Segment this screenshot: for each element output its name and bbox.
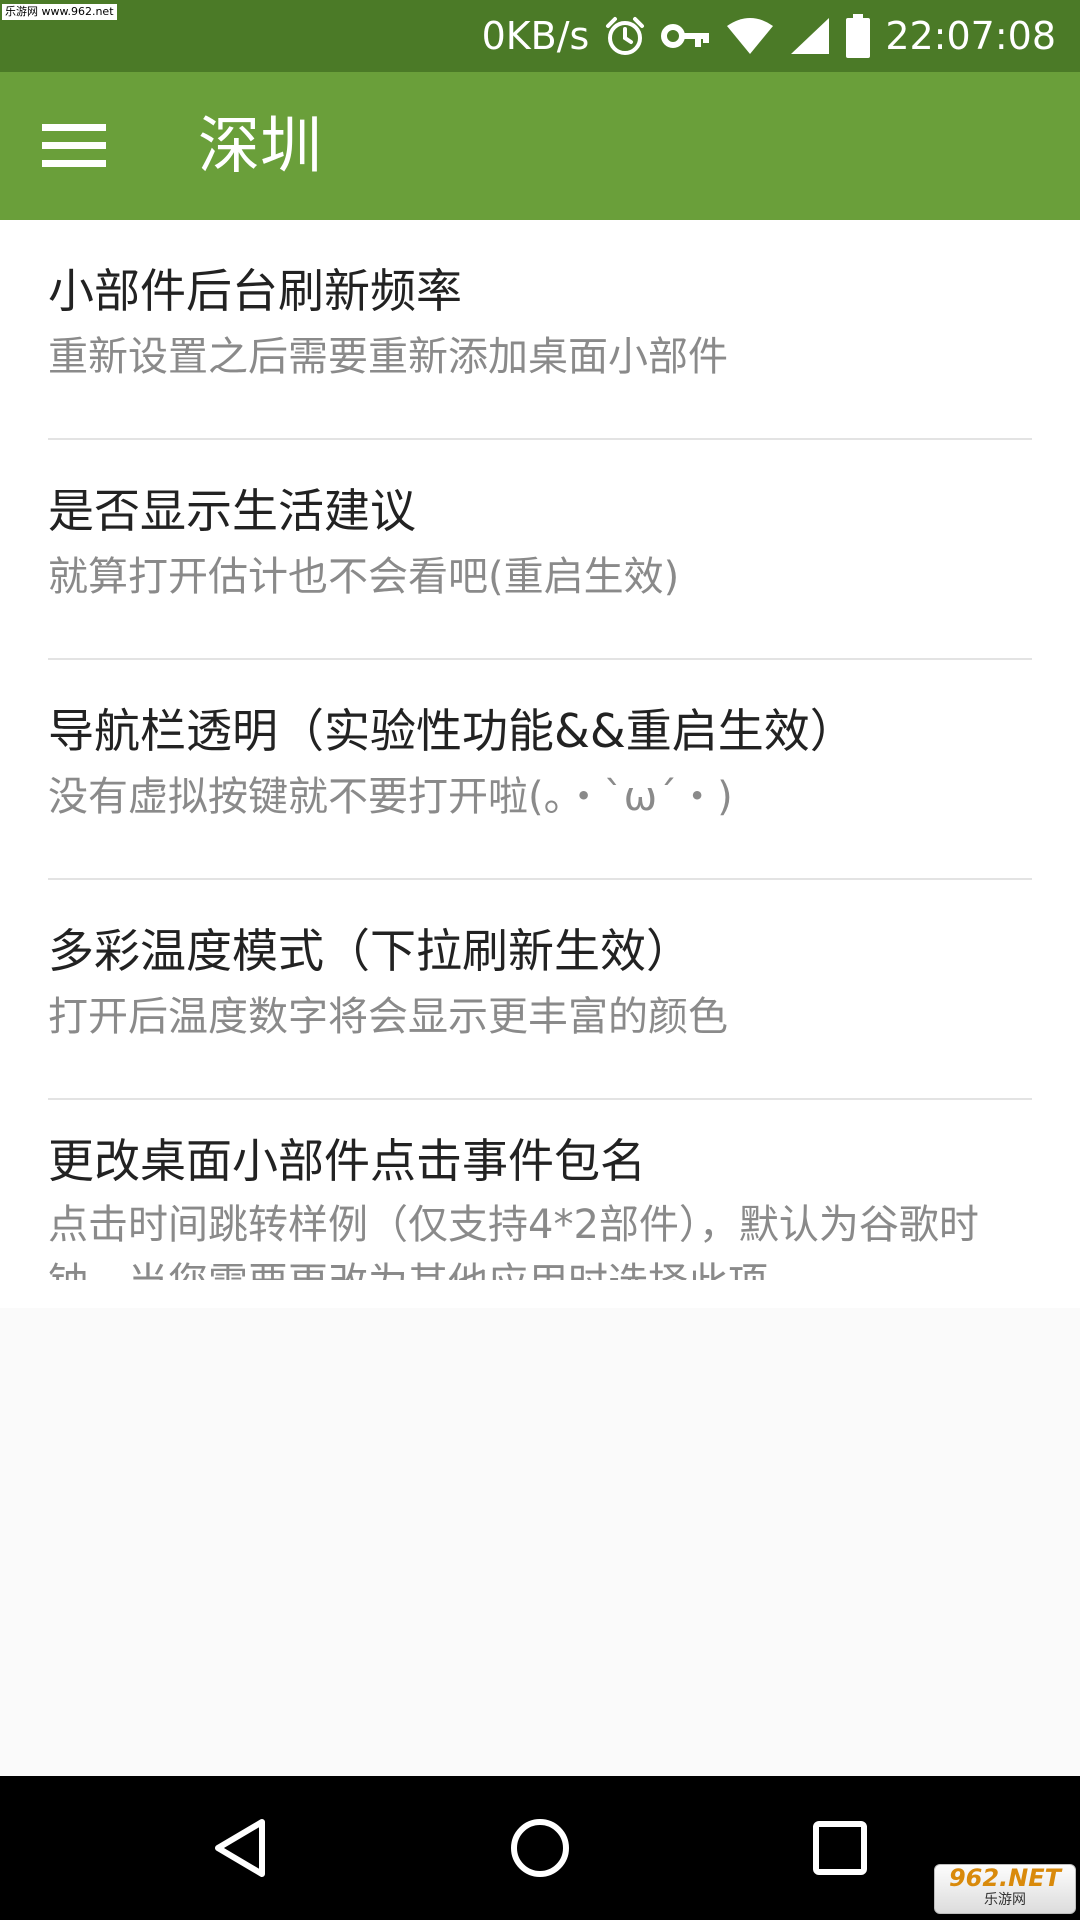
battery-icon	[845, 14, 871, 58]
setting-title: 多彩温度模式（下拉刷新生效）	[48, 924, 692, 978]
setting-title: 更改桌面小部件点击事件包名	[48, 1134, 646, 1188]
navigation-bar: 962.NET 乐游网	[0, 1776, 1080, 1920]
setting-title: 是否显示生活建议	[48, 484, 416, 538]
setting-colorful-temperature[interactable]: 多彩温度模式（下拉刷新生效） 打开后温度数字将会显示更丰富的颜色	[48, 880, 1032, 1100]
setting-title: 导航栏透明（实验性功能&&重启生效）	[48, 704, 856, 758]
back-icon	[215, 1819, 265, 1877]
watermark-logo-text: 962.NET	[948, 1864, 1062, 1892]
network-speed: 0KB/s	[481, 14, 590, 58]
page-title: 深圳	[198, 109, 323, 182]
setting-summary: 打开后温度数字将会显示更丰富的颜色	[48, 994, 728, 1040]
watermark-text: 乐游网 www.962.net	[2, 4, 117, 20]
setting-summary: 没有虚拟按键就不要打开啦(。・`ω´・)	[48, 774, 733, 820]
screen: 乐游网 www.962.net 0KB/s 22:07:08 深圳 小部件后台刷…	[0, 0, 1080, 1920]
setting-summary: 重新设置之后需要重新添加桌面小部件	[48, 334, 728, 380]
setting-title: 小部件后台刷新频率	[48, 264, 462, 318]
wifi-icon	[725, 16, 775, 56]
setting-summary: 点击时间跳转样例（仅支持4*2部件），默认为谷歌时钟，当您需要更改为其他应用时选…	[48, 1202, 979, 1280]
vpn-key-icon	[661, 18, 711, 54]
hamburger-menu-icon	[42, 124, 106, 167]
home-icon	[511, 1819, 569, 1877]
settings-list: 小部件后台刷新频率 重新设置之后需要重新添加桌面小部件 是否显示生活建议 就算打…	[0, 220, 1080, 1308]
app-bar: 深圳	[0, 72, 1080, 220]
back-button[interactable]	[180, 1798, 300, 1898]
home-button[interactable]	[480, 1798, 600, 1898]
status-bar: 乐游网 www.962.net 0KB/s 22:07:08	[0, 0, 1080, 72]
cell-signal-icon	[789, 16, 831, 56]
alarm-icon	[603, 14, 647, 58]
menu-button[interactable]	[22, 102, 126, 190]
setting-widget-refresh-rate[interactable]: 小部件后台刷新频率 重新设置之后需要重新添加桌面小部件	[48, 220, 1032, 440]
status-time: 22:07:08	[885, 14, 1056, 58]
recents-icon	[813, 1821, 867, 1875]
status-indicators: 0KB/s 22:07:08	[482, 0, 1056, 72]
setting-show-life-advice[interactable]: 是否显示生活建议 就算打开估计也不会看吧(重启生效)	[48, 440, 1032, 660]
setting-widget-click-package[interactable]: 更改桌面小部件点击事件包名 点击时间跳转样例（仅支持4*2部件），默认为谷歌时钟…	[48, 1100, 1032, 1280]
setting-summary: 就算打开估计也不会看吧(重启生效)	[48, 554, 680, 600]
watermark-logo: 962.NET 乐游网	[934, 1864, 1076, 1914]
setting-transparent-nav-bar[interactable]: 导航栏透明（实验性功能&&重启生效） 没有虚拟按键就不要打开啦(。・`ω´・)	[48, 660, 1032, 880]
recents-button[interactable]	[780, 1798, 900, 1898]
watermark-logo-subtext: 乐游网	[984, 1892, 1026, 1908]
